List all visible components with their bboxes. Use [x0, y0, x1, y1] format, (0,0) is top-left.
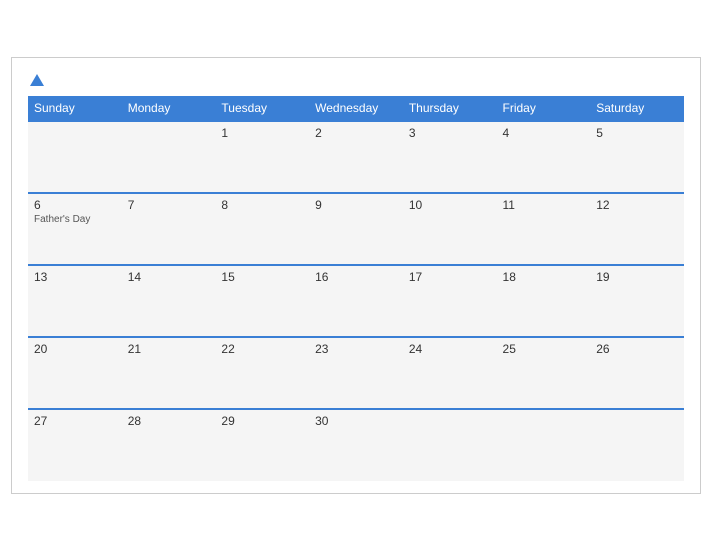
- day-number: 19: [596, 270, 609, 284]
- calendar-cell: 14: [122, 265, 216, 337]
- day-number: 8: [221, 198, 228, 212]
- day-number: 15: [221, 270, 234, 284]
- day-number: 17: [409, 270, 422, 284]
- calendar-cell: 13: [28, 265, 122, 337]
- weekday-header-saturday: Saturday: [590, 96, 684, 121]
- weekday-header-friday: Friday: [497, 96, 591, 121]
- calendar-cell: 22: [215, 337, 309, 409]
- calendar-week-1: 1 2 3 4 5: [28, 121, 684, 193]
- calendar-header: [28, 74, 684, 86]
- calendar-week-2: 6 Father's Day 7 8 9 10 11 12: [28, 193, 684, 265]
- logo-triangle-icon: [30, 74, 44, 86]
- calendar-cell: 19: [590, 265, 684, 337]
- day-number: 25: [503, 342, 516, 356]
- day-number: 9: [315, 198, 322, 212]
- day-number: 27: [34, 414, 47, 428]
- day-number: 12: [596, 198, 609, 212]
- day-number: 3: [409, 126, 416, 140]
- day-number: 18: [503, 270, 516, 284]
- calendar-week-5: 27 28 29 30: [28, 409, 684, 481]
- calendar-container: SundayMondayTuesdayWednesdayThursdayFrid…: [11, 57, 701, 494]
- day-number: 11: [503, 198, 515, 212]
- calendar-cell: [403, 409, 497, 481]
- day-number: 6: [34, 198, 41, 212]
- calendar-cell: [590, 409, 684, 481]
- calendar-cell: 12: [590, 193, 684, 265]
- day-number: 26: [596, 342, 609, 356]
- calendar-cell: [28, 121, 122, 193]
- calendar-cell: 15: [215, 265, 309, 337]
- day-number: 5: [596, 126, 603, 140]
- day-number: 24: [409, 342, 422, 356]
- calendar-cell: 9: [309, 193, 403, 265]
- calendar-cell: 11: [497, 193, 591, 265]
- calendar-cell: 17: [403, 265, 497, 337]
- calendar-cell: 26: [590, 337, 684, 409]
- calendar-cell: 1: [215, 121, 309, 193]
- day-number: 22: [221, 342, 234, 356]
- calendar-cell: 6 Father's Day: [28, 193, 122, 265]
- calendar-cell: 29: [215, 409, 309, 481]
- day-number: 14: [128, 270, 141, 284]
- calendar-cell: 21: [122, 337, 216, 409]
- calendar-cell: 4: [497, 121, 591, 193]
- calendar-week-4: 20 21 22 23 24 25 26: [28, 337, 684, 409]
- calendar-body: 123456Father's Day7891011121314151617181…: [28, 121, 684, 481]
- logo: [28, 74, 44, 86]
- day-number: 13: [34, 270, 47, 284]
- day-number: 10: [409, 198, 422, 212]
- calendar-cell: 18: [497, 265, 591, 337]
- calendar-cell: 7: [122, 193, 216, 265]
- calendar-grid: SundayMondayTuesdayWednesdayThursdayFrid…: [28, 96, 684, 481]
- weekday-header-thursday: Thursday: [403, 96, 497, 121]
- calendar-cell: [497, 409, 591, 481]
- day-number: 29: [221, 414, 234, 428]
- weekday-header-wednesday: Wednesday: [309, 96, 403, 121]
- calendar-week-3: 13 14 15 16 17 18 19: [28, 265, 684, 337]
- calendar-cell: 30: [309, 409, 403, 481]
- day-number: 2: [315, 126, 322, 140]
- calendar-cell: 16: [309, 265, 403, 337]
- day-number: 23: [315, 342, 328, 356]
- day-number: 16: [315, 270, 328, 284]
- calendar-cell: 8: [215, 193, 309, 265]
- day-number: 21: [128, 342, 141, 356]
- day-number: 1: [221, 126, 228, 140]
- day-number: 28: [128, 414, 141, 428]
- day-number: 30: [315, 414, 328, 428]
- calendar-cell: 28: [122, 409, 216, 481]
- day-number: 20: [34, 342, 47, 356]
- weekday-header-tuesday: Tuesday: [215, 96, 309, 121]
- calendar-cell: 25: [497, 337, 591, 409]
- calendar-cell: [122, 121, 216, 193]
- weekday-header-sunday: Sunday: [28, 96, 122, 121]
- calendar-cell: 3: [403, 121, 497, 193]
- day-number: 7: [128, 198, 135, 212]
- calendar-cell: 27: [28, 409, 122, 481]
- weekday-header-row: SundayMondayTuesdayWednesdayThursdayFrid…: [28, 96, 684, 121]
- calendar-cell: 5: [590, 121, 684, 193]
- calendar-cell: 20: [28, 337, 122, 409]
- day-number: 4: [503, 126, 510, 140]
- calendar-cell: 24: [403, 337, 497, 409]
- calendar-cell: 2: [309, 121, 403, 193]
- event-label: Father's Day: [34, 214, 116, 225]
- weekday-header-monday: Monday: [122, 96, 216, 121]
- calendar-cell: 23: [309, 337, 403, 409]
- calendar-cell: 10: [403, 193, 497, 265]
